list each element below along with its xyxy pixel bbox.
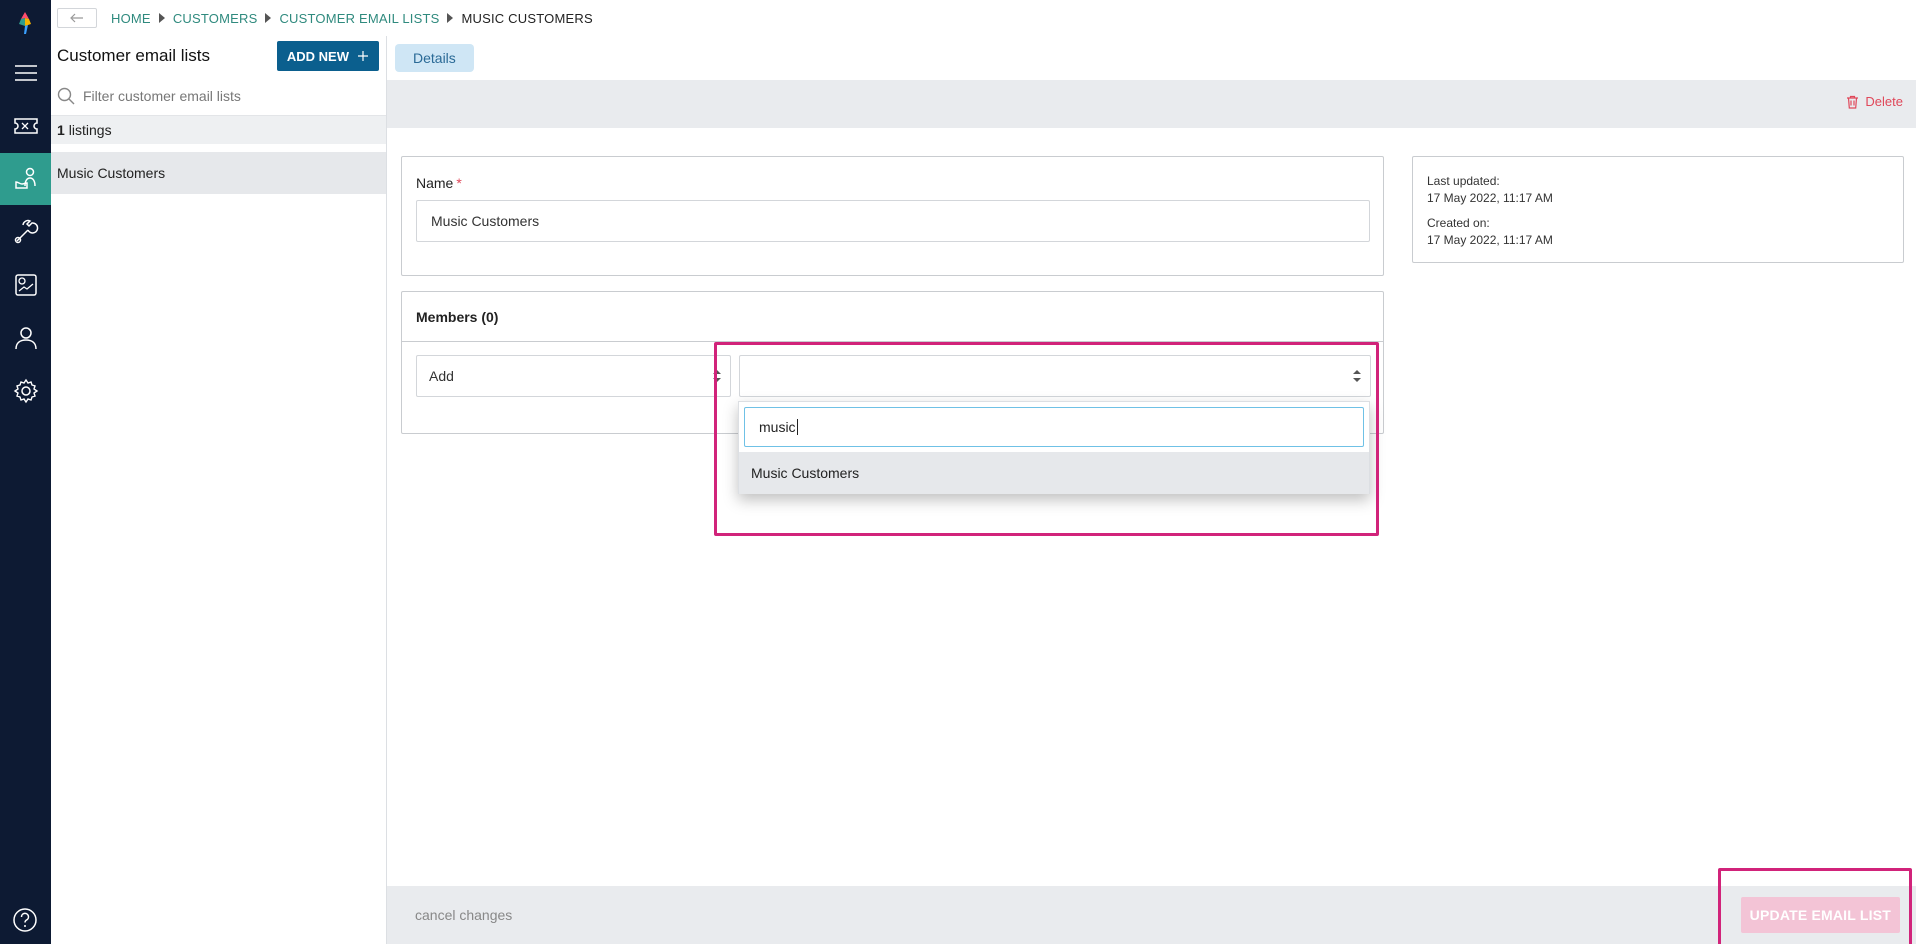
trash-icon (1847, 95, 1859, 109)
breadcrumb-customer-email-lists[interactable]: CUSTOMER EMAIL LISTS (279, 11, 439, 26)
created-on-label: Created on: (1427, 216, 1490, 230)
tabs: Details (387, 36, 1916, 80)
last-updated-value: 17 May 2022, 11:17 AM (1427, 191, 1553, 205)
breadcrumb-separator-icon (158, 13, 165, 23)
last-updated-label: Last updated: (1427, 174, 1500, 188)
name-label: Name * (416, 175, 462, 191)
add-mode-value: Add (429, 368, 454, 384)
ticket-icon[interactable] (0, 100, 51, 152)
name-input[interactable]: Music Customers (416, 200, 1370, 242)
icon-sidebar (0, 0, 51, 944)
tools-icon[interactable] (0, 206, 51, 258)
form-footer: cancel changes UPDATE EMAIL LIST (387, 886, 1916, 944)
dropdown-search-value: music (759, 419, 796, 435)
list-panel-header: Customer email lists ADD NEW (51, 36, 386, 76)
email-list-select[interactable] (739, 355, 1371, 397)
search-icon (57, 87, 75, 104)
breadcrumb-home[interactable]: HOME (111, 11, 151, 26)
listings-count: 1 listings (51, 116, 386, 144)
breadcrumb-separator-icon (265, 13, 272, 23)
gear-icon[interactable] (0, 365, 51, 417)
action-strip: Delete (387, 80, 1916, 128)
name-label-text: Name (416, 175, 454, 191)
user-icon[interactable] (0, 312, 51, 364)
help-icon[interactable] (12, 907, 38, 933)
filter-bar (51, 76, 386, 116)
created-on-value: 17 May 2022, 11:17 AM (1427, 233, 1553, 247)
breadcrumb-separator-icon (447, 13, 454, 23)
required-mark: * (456, 175, 462, 191)
text-caret (796, 419, 798, 435)
listings-count-label: listings (68, 122, 112, 138)
dropdown-search-input[interactable]: music (744, 407, 1364, 447)
list-panel-title: Customer email lists (57, 46, 211, 65)
add-new-button[interactable]: ADD NEW (276, 41, 379, 71)
filter-input[interactable] (83, 87, 363, 104)
select-dropdown: music Music Customers (738, 401, 1370, 494)
reports-icon[interactable] (0, 259, 51, 311)
main-content: Details Delete Name * Music Customers Las… (387, 36, 1916, 944)
plus-icon (358, 51, 368, 61)
members-title: Members (0) (402, 292, 1383, 342)
arrow-left-icon (70, 13, 83, 23)
breadcrumb: HOME CUSTOMERS CUSTOMER EMAIL LISTS MUSI… (111, 11, 593, 26)
menu-icon[interactable] (0, 47, 51, 99)
update-email-list-button[interactable]: UPDATE EMAIL LIST (1740, 897, 1900, 933)
customers-icon[interactable] (0, 153, 51, 205)
delete-button[interactable]: Delete (1846, 94, 1903, 109)
select-arrows-icon (713, 370, 721, 382)
tab-details[interactable]: Details (395, 44, 474, 72)
top-bar: HOME CUSTOMERS CUSTOMER EMAIL LISTS MUSI… (51, 0, 1916, 36)
listings-count-number: 1 (57, 122, 65, 138)
add-mode-select[interactable]: Add (416, 355, 731, 397)
list-item[interactable]: Music Customers (51, 152, 386, 194)
back-button[interactable] (57, 8, 97, 28)
breadcrumb-customers[interactable]: CUSTOMERS (173, 11, 258, 26)
add-new-label: ADD NEW (286, 48, 349, 64)
name-card: Name * Music Customers (401, 156, 1384, 276)
cancel-changes-link[interactable]: cancel changes (415, 907, 512, 923)
delete-label: Delete (1865, 94, 1903, 109)
meta-card: Last updated: 17 May 2022, 11:17 AM Crea… (1412, 156, 1904, 263)
app-logo-icon[interactable] (12, 10, 38, 36)
dropdown-option[interactable]: Music Customers (739, 452, 1369, 494)
list-panel: Customer email lists ADD NEW 1 listings … (51, 36, 387, 944)
select-arrows-icon (1353, 370, 1361, 382)
breadcrumb-current: MUSIC CUSTOMERS (461, 10, 593, 26)
